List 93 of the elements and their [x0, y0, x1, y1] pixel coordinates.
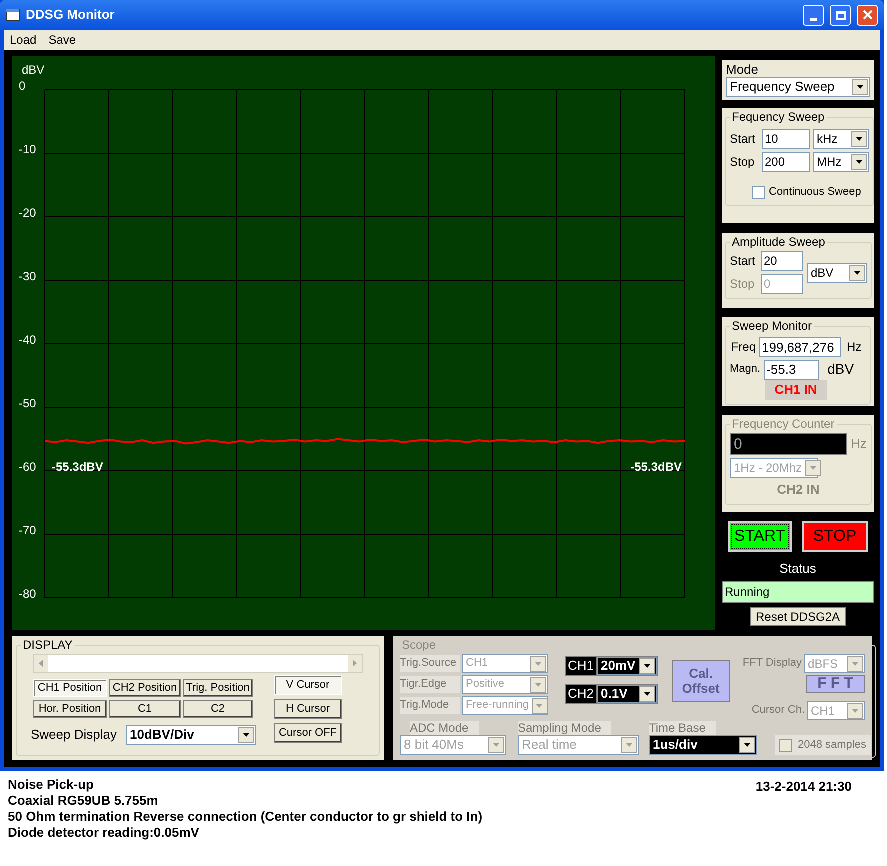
- field-label: Hz: [847, 339, 862, 356]
- dropdown[interactable]: MHz: [813, 152, 869, 172]
- text-field[interactable]: 199,687,276: [759, 337, 841, 357]
- arrow-left-icon[interactable]: [34, 655, 48, 672]
- field-label: Stop: [730, 276, 756, 293]
- toggle-button[interactable]: Cursor OFF: [274, 723, 342, 743]
- dropdown[interactable]: Frequency Sweep: [726, 77, 870, 97]
- text-field[interactable]: 10: [762, 129, 810, 149]
- field-label: Hz: [851, 435, 867, 454]
- note-line: Diode detector reading:0.05mV: [8, 825, 200, 841]
- caret-icon[interactable]: [851, 154, 867, 170]
- field-label: Sampling Mode: [518, 721, 612, 735]
- minimize-icon: [810, 18, 817, 20]
- field-label: Start: [730, 131, 756, 148]
- toggle-button[interactable]: C2: [183, 700, 253, 718]
- field-label: Sweep Display: [31, 726, 117, 744]
- text-field[interactable]: 20: [761, 251, 803, 271]
- checkbox[interactable]: [752, 186, 765, 199]
- group-title: Frequency Counter: [731, 416, 836, 433]
- minimize-button[interactable]: [803, 4, 824, 26]
- field-label: Trig.Mode: [400, 697, 460, 714]
- field-label: Start: [730, 253, 756, 270]
- dropdown[interactable]: dBV: [807, 262, 867, 282]
- field-label: dBV: [828, 360, 854, 379]
- axis-title: dBV: [22, 63, 45, 77]
- field-label: Stop: [730, 154, 756, 171]
- menu-item[interactable]: Save: [48, 31, 76, 49]
- toggle-button[interactable]: CH1 Position: [33, 679, 107, 697]
- axis-label: 0: [19, 79, 26, 93]
- caret-icon[interactable]: [851, 131, 867, 147]
- axis-label: -30: [19, 270, 36, 284]
- timestamp: 13-2-2014 21:30: [756, 778, 852, 796]
- window-title: DDSG Monitor: [26, 6, 116, 24]
- start-button[interactable]: START: [728, 521, 792, 552]
- dropdown[interactable]: kHz: [813, 129, 869, 149]
- field-label: ADC Mode: [410, 721, 479, 735]
- note-line: 50 Ohm termination Reverse connection (Center conductor to gr shield to In): [8, 809, 484, 825]
- axis-label: -10: [19, 142, 36, 156]
- window-icon: [6, 9, 20, 21]
- field-label: Mode: [726, 62, 760, 77]
- axis-label: -20: [19, 206, 36, 220]
- field-label: Continuous Sweep: [769, 185, 862, 200]
- text-field[interactable]: -55.3: [764, 360, 819, 380]
- caret-icon[interactable]: [639, 658, 656, 674]
- note-line: Noise Pick-up: [8, 777, 95, 793]
- caret-icon[interactable]: [639, 686, 656, 702]
- group-title: Sweep Monitor: [731, 318, 814, 335]
- maximize-button[interactable]: [830, 4, 851, 26]
- scrollbar[interactable]: [33, 654, 363, 673]
- status-label: Status: [778, 560, 818, 578]
- toggle-button[interactable]: C1: [109, 700, 181, 718]
- axis-label: -50: [19, 396, 36, 410]
- status-field: Running: [722, 580, 874, 602]
- arrow-right-icon[interactable]: [348, 655, 362, 672]
- toggle-button[interactable]: V Cursor: [274, 675, 342, 695]
- group-title: Amplitude Sweep: [731, 234, 826, 251]
- field-label: Freq: [730, 339, 756, 356]
- value-label: -55.3dBV: [52, 460, 104, 474]
- menu-item[interactable]: Load: [10, 31, 37, 49]
- group-title: DISPLAY: [22, 637, 74, 654]
- field-label: Time Base: [649, 721, 716, 735]
- field-label: Tigr.Edge: [400, 676, 460, 693]
- channel-label: CH2 IN: [777, 481, 820, 499]
- toggle-button[interactable]: Trig. Position: [183, 679, 253, 697]
- caret-icon[interactable]: [739, 737, 755, 753]
- text-field[interactable]: 200: [762, 152, 810, 172]
- field-label: FFT Display: [742, 656, 802, 672]
- stop-button[interactable]: STOP: [802, 521, 868, 552]
- axis-label: -40: [19, 333, 36, 347]
- dropdown[interactable]: 10dBV/Div: [126, 725, 256, 745]
- channel-label: CH1 IN: [765, 380, 827, 400]
- field-label: Cursor Ch.: [752, 703, 806, 718]
- reset-button[interactable]: Reset DDSG2A: [750, 606, 846, 626]
- toggle-button[interactable]: CH2 Position: [109, 679, 181, 697]
- axis-label: -70: [19, 524, 36, 538]
- value-label: -55.3dBV: [630, 460, 682, 474]
- axis-label: -80: [19, 587, 36, 601]
- close-icon: [862, 10, 872, 20]
- group-title: Scope: [401, 637, 438, 654]
- group-title: Fequency Sweep: [731, 109, 826, 126]
- axis-label: -60: [19, 460, 36, 474]
- close-button[interactable]: [857, 4, 878, 26]
- field-label: Magn.: [730, 362, 761, 378]
- toggle-button[interactable]: H Cursor: [274, 699, 342, 719]
- toggle-button[interactable]: Hor. Position: [33, 700, 107, 718]
- counter-display: 0: [730, 433, 847, 455]
- note-line: Coaxial RG59UB 5.755m: [8, 793, 160, 809]
- caret-icon[interactable]: [852, 79, 868, 95]
- caret-icon[interactable]: [849, 264, 865, 280]
- caret-icon[interactable]: [238, 727, 254, 743]
- maximize-icon: [836, 10, 846, 20]
- checkbox-label: 2048 samples: [798, 738, 866, 753]
- field-label: Trig.Source: [400, 655, 460, 672]
